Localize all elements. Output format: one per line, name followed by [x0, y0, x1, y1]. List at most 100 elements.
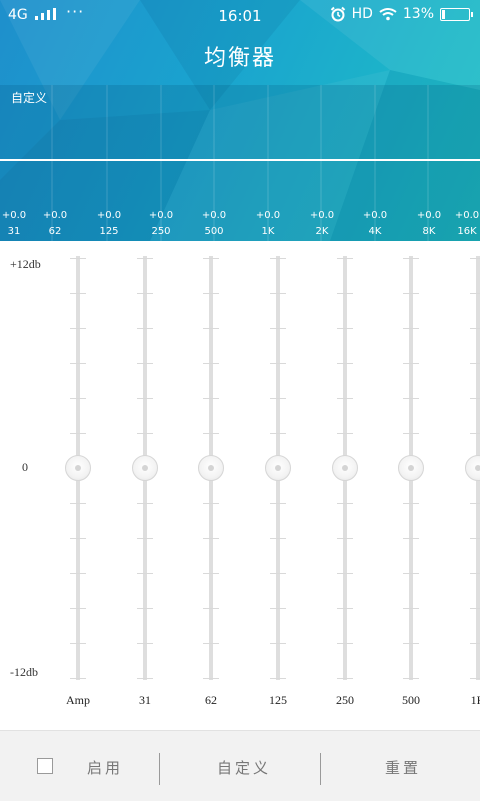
slider-frequency-label: 1K [470, 693, 480, 707]
band-value-column: +0.0 62 [35, 208, 75, 240]
preset-name-label: 自定义 [11, 91, 48, 105]
slider-tick [203, 363, 219, 364]
slider-tick [403, 503, 419, 504]
slider-tick [470, 363, 480, 364]
slider-tick [337, 258, 353, 259]
slider-tick [137, 573, 153, 574]
slider-tick [203, 678, 219, 679]
slider-tick [70, 258, 86, 259]
slider-tick [337, 503, 353, 504]
band-value-column: +0.0 4K [355, 208, 395, 240]
slider-tick [137, 678, 153, 679]
slider-tick [403, 258, 419, 259]
scale-min-label: -12db [10, 665, 38, 679]
slider-tick [403, 363, 419, 364]
slider-tick [137, 363, 153, 364]
slider-knob[interactable] [332, 455, 358, 481]
slider-tick [270, 328, 286, 329]
slider-tick [470, 573, 480, 574]
divider [320, 753, 321, 785]
divider [159, 753, 160, 785]
band-gain-label: +0.0 [96, 210, 122, 221]
slider-frequency-label: 500 [402, 693, 420, 707]
band-value-column: +0.0 250 [141, 208, 181, 240]
slider-tick [270, 258, 286, 259]
enable-label[interactable]: 启用 [87, 757, 123, 778]
slider-tick [70, 538, 86, 539]
band-frequency-label: 31 [7, 226, 21, 237]
preset-button[interactable]: 自定义 [217, 757, 271, 778]
band-frequency-label: 2K [315, 226, 329, 237]
band-gain-label: +0.0 [454, 210, 480, 221]
slider-tick [337, 433, 353, 434]
slider-tick [337, 398, 353, 399]
band-value-column: +0.0 8K [409, 208, 449, 240]
slider-tick [337, 678, 353, 679]
slider-tick [270, 678, 286, 679]
band-value-column: +0.0 125 [89, 208, 129, 240]
band-value-column: +0.0 1K [248, 208, 288, 240]
band-gain-label: +0.0 [362, 210, 388, 221]
band-frequency-label: 62 [48, 226, 62, 237]
slider-tick [270, 538, 286, 539]
slider-tick [337, 293, 353, 294]
scale-max-label: +12db [10, 257, 41, 271]
band-frequency-label: 16K [457, 226, 477, 237]
battery-level [442, 9, 445, 19]
slider-tick [270, 293, 286, 294]
slider-tick [270, 608, 286, 609]
slider-knob[interactable] [465, 455, 480, 481]
slider-tick [470, 538, 480, 539]
bottom-action-bar: 启用 自定义 重置 [0, 730, 480, 801]
slider-tick [403, 678, 419, 679]
slider-tick [70, 363, 86, 364]
slider-tick [203, 293, 219, 294]
slider-tick [403, 293, 419, 294]
slider-tick [137, 328, 153, 329]
slider-tick [403, 573, 419, 574]
slider-tick [470, 503, 480, 504]
slider-knob[interactable] [398, 455, 424, 481]
slider-knob[interactable] [198, 455, 224, 481]
slider-tick [270, 363, 286, 364]
enable-checkbox[interactable] [37, 758, 53, 774]
slider-tick [470, 258, 480, 259]
band-frequency-label: 1K [261, 226, 275, 237]
band-frequency-label: 250 [151, 226, 171, 237]
slider-tick [203, 433, 219, 434]
slider-knob[interactable] [65, 455, 91, 481]
slider-tick [337, 328, 353, 329]
status-right: HD 13% [330, 6, 473, 22]
slider-tick [137, 293, 153, 294]
slider-tick [70, 398, 86, 399]
slider-knob[interactable] [265, 455, 291, 481]
band-gain-label: +0.0 [255, 210, 281, 221]
slider-tick [470, 433, 480, 434]
slider-tick [203, 398, 219, 399]
page-title: 均衡器 [203, 46, 276, 71]
slider-tick [403, 328, 419, 329]
slider-tick [470, 678, 480, 679]
hd-badge: HD [351, 6, 373, 22]
band-gain-label: +0.0 [201, 210, 227, 221]
slider-tick [403, 643, 419, 644]
slider-tick [137, 608, 153, 609]
slider-tick [137, 398, 153, 399]
slider-tick [137, 643, 153, 644]
slider-tick [470, 328, 480, 329]
band-frequency-label: 4K [368, 226, 382, 237]
band-gain-label: +0.0 [416, 210, 442, 221]
slider-tick [337, 538, 353, 539]
slider-tick [137, 258, 153, 259]
battery-icon [440, 7, 473, 21]
band-frequency-label: 500 [204, 226, 224, 237]
slider-tick [70, 678, 86, 679]
band-value-column: +0.0 500 [194, 208, 234, 240]
reset-button[interactable]: 重置 [385, 757, 421, 778]
slider-tick [470, 398, 480, 399]
slider-tick [70, 643, 86, 644]
slider-frequency-label: 62 [205, 693, 217, 707]
slider-tick [203, 503, 219, 504]
slider-knob[interactable] [132, 455, 158, 481]
alarm-clock-icon [330, 6, 345, 22]
